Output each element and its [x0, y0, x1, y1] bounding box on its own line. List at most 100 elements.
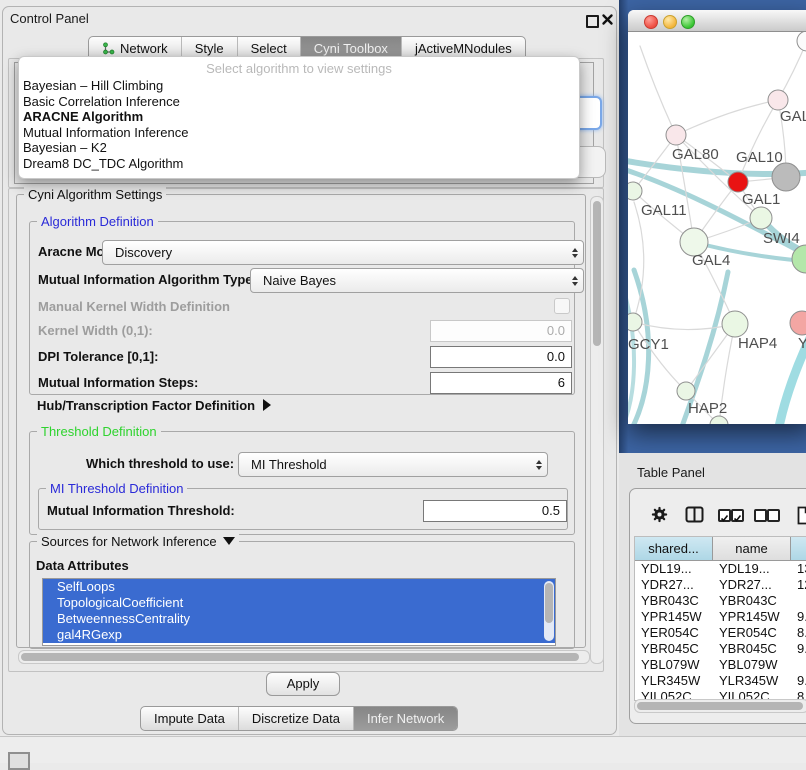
- list-scrollbar[interactable]: [544, 581, 554, 641]
- network-node[interactable]: [768, 90, 788, 110]
- close-panel-icon[interactable]: [601, 13, 614, 26]
- table-cell[interactable]: 9.: [791, 641, 806, 657]
- table-cell[interactable]: 8.: [791, 625, 806, 641]
- table-cell[interactable]: 12: [791, 577, 806, 593]
- table-cell[interactable]: YER054C: [713, 625, 791, 641]
- table-row[interactable]: YPR145WYPR145W9.: [635, 609, 806, 625]
- list-scrollbar-thumb[interactable]: [545, 583, 553, 623]
- node-table[interactable]: shared...nameA YDL19...YDL19...13YDR27..…: [634, 536, 806, 701]
- network-node[interactable]: [722, 311, 748, 337]
- network-node[interactable]: [797, 32, 806, 51]
- network-canvas[interactable]: GALGAL80GAL10GAL11GAL1SWI4GAL4GCY1HAP4YH…: [628, 32, 806, 424]
- settings-vscroll-thumb[interactable]: [593, 201, 601, 346]
- checked-checkbox-icon[interactable]: [731, 509, 744, 522]
- algorithm-option[interactable]: ARACNE Algorithm: [19, 109, 579, 125]
- algorithm-option[interactable]: Basic Correlation Inference: [19, 94, 579, 110]
- which-threshold-combo[interactable]: MI Threshold: [238, 452, 548, 477]
- network-node[interactable]: [772, 163, 800, 191]
- table-cell[interactable]: YBL079W: [635, 657, 713, 673]
- network-window-titlebar[interactable]: [628, 10, 806, 32]
- table-cell[interactable]: YBR043C: [713, 593, 791, 609]
- table-cell[interactable]: [791, 657, 806, 673]
- network-edge[interactable]: [633, 322, 686, 391]
- table-cell[interactable]: YBR045C: [635, 641, 713, 657]
- table-cell[interactable]: 9.: [791, 673, 806, 689]
- attribute-list-item[interactable]: gal4RGexp: [43, 627, 555, 643]
- table-cell[interactable]: YDL19...: [635, 561, 713, 577]
- table-cell[interactable]: YDR27...: [635, 577, 713, 593]
- dpi-tolerance-field[interactable]: 0.0: [430, 346, 572, 368]
- table-row[interactable]: YBL079WYBL079W: [635, 657, 806, 673]
- table-cell[interactable]: YDL19...: [713, 561, 791, 577]
- split-columns-icon[interactable]: [685, 506, 704, 526]
- column-header[interactable]: A: [791, 537, 806, 561]
- tab-infer-network[interactable]: Infer Network: [353, 707, 457, 730]
- aracne-mode-combo[interactable]: Discovery: [102, 240, 584, 265]
- table-cell[interactable]: YPR145W: [713, 609, 791, 625]
- network-edge[interactable]: [640, 46, 676, 135]
- table-cell[interactable]: YLR345W: [713, 673, 791, 689]
- minimize-traffic-light[interactable]: [663, 15, 677, 29]
- zoom-traffic-light[interactable]: [681, 15, 695, 29]
- manual-kernel-checkbox[interactable]: [554, 298, 570, 314]
- unchecked-checkbox-icon[interactable]: [767, 509, 780, 522]
- table-cell[interactable]: YLR345W: [635, 673, 713, 689]
- table-cell[interactable]: YBR043C: [635, 593, 713, 609]
- network-node[interactable]: [628, 182, 642, 200]
- network-node[interactable]: [628, 313, 642, 331]
- hub-definition-toggle[interactable]: Hub/Transcription Factor Definition: [37, 398, 271, 413]
- network-edge[interactable]: [738, 100, 778, 182]
- apply-button[interactable]: Apply: [266, 672, 340, 696]
- network-node[interactable]: [750, 207, 772, 229]
- settings-horizontal-scrollbar[interactable]: [18, 650, 590, 664]
- tab-impute-data[interactable]: Impute Data: [141, 707, 238, 730]
- network-node[interactable]: [666, 125, 686, 145]
- table-hscroll-thumb[interactable]: [637, 702, 803, 710]
- table-cell[interactable]: YBR045C: [713, 641, 791, 657]
- settings-vertical-scrollbar[interactable]: [590, 196, 604, 664]
- table-cell[interactable]: [791, 593, 806, 609]
- network-node[interactable]: [710, 416, 728, 424]
- checked-checkbox-icon[interactable]: [718, 509, 731, 522]
- gear-icon[interactable]: [651, 506, 668, 526]
- close-traffic-light[interactable]: [644, 15, 658, 29]
- column-header[interactable]: shared...: [635, 537, 713, 561]
- table-row[interactable]: YDR27...YDR27...12: [635, 577, 806, 593]
- algorithm-option[interactable]: Dream8 DC_TDC Algorithm: [19, 156, 579, 172]
- float-window-icon[interactable]: [586, 15, 599, 28]
- attribute-list-item[interactable]: TopologicalCoefficient: [43, 595, 555, 611]
- attribute-list-item[interactable]: SelfLoops: [43, 579, 555, 595]
- table-row[interactable]: YBR045CYBR045C9.: [635, 641, 806, 657]
- data-attributes-list[interactable]: SelfLoopsTopologicalCoefficientBetweenne…: [42, 578, 556, 646]
- attribute-list-item[interactable]: BetweennessCentrality: [43, 611, 555, 627]
- table-cell[interactable]: YER054C: [635, 625, 713, 641]
- unchecked-checkbox-icon[interactable]: [754, 509, 767, 522]
- table-horizontal-scrollbar[interactable]: [634, 699, 806, 713]
- kernel-width-field[interactable]: 0.0: [430, 320, 572, 342]
- mi-type-combo[interactable]: Naive Bayes: [250, 268, 584, 293]
- tab-discretize-data[interactable]: Discretize Data: [238, 707, 353, 730]
- network-node[interactable]: [728, 172, 748, 192]
- table-row[interactable]: YLR345WYLR345W9.: [635, 673, 806, 689]
- column-header[interactable]: name: [713, 537, 791, 561]
- network-edge[interactable]: [676, 100, 778, 135]
- table-cell[interactable]: YPR145W: [635, 609, 713, 625]
- table-row[interactable]: YBR043CYBR043C: [635, 593, 806, 609]
- table-cell[interactable]: YBL079W: [713, 657, 791, 673]
- mi-threshold-field[interactable]: 0.5: [423, 500, 567, 522]
- table-cell[interactable]: YDR27...: [713, 577, 791, 593]
- table-cell[interactable]: 13: [791, 561, 806, 577]
- network-edge[interactable]: [628, 284, 634, 424]
- table-row[interactable]: YER054CYER054C8.: [635, 625, 806, 641]
- page-icon[interactable]: [797, 506, 806, 528]
- minimized-panel-icon[interactable]: [8, 752, 30, 770]
- algorithm-option[interactable]: Bayesian – Hill Climbing: [19, 78, 579, 94]
- sources-group-title[interactable]: Sources for Network Inference: [37, 534, 239, 549]
- settings-hscroll-thumb[interactable]: [21, 653, 579, 661]
- algorithm-option[interactable]: Bayesian – K2: [19, 140, 579, 156]
- table-cell[interactable]: 9.: [791, 609, 806, 625]
- mi-steps-field[interactable]: 6: [430, 372, 572, 394]
- table-row[interactable]: YDL19...YDL19...13: [635, 561, 806, 577]
- algorithm-option[interactable]: Mutual Information Inference: [19, 125, 579, 141]
- network-node[interactable]: [677, 382, 695, 400]
